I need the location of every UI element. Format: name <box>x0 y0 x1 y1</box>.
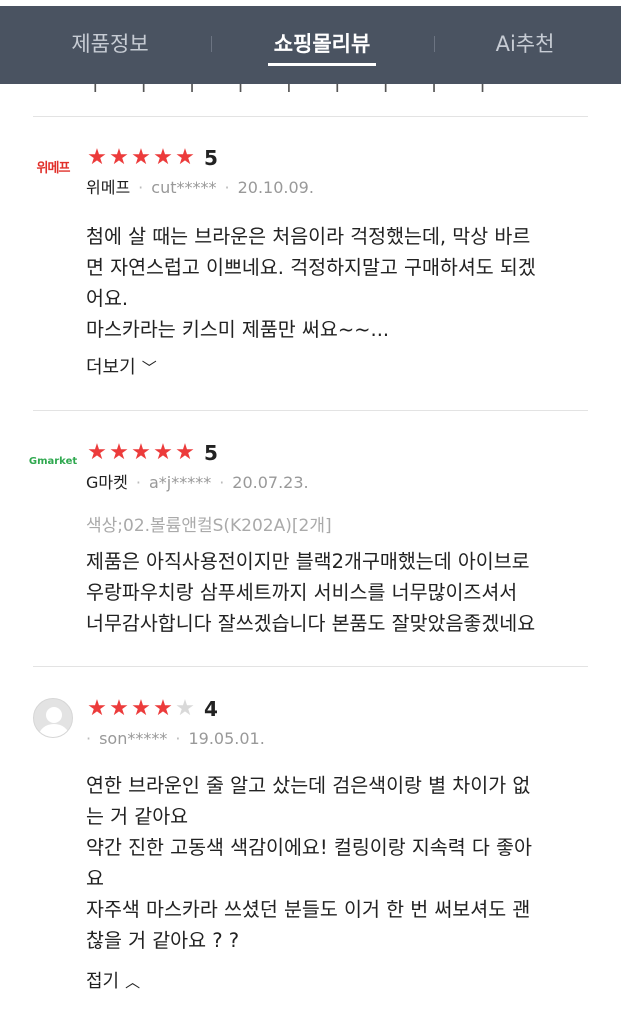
review-body: 첨에 살 때는 브라운은 처음이라 걱정했는데, 막상 바르 면 자연스럽고 이… <box>86 225 536 341</box>
gmarket-logo-text: Gmarket <box>28 455 78 467</box>
purchase-option: 색상;02.볼륨앤컬S(K202A)[2개] <box>86 516 332 536</box>
star-filled-icon: ★ <box>131 145 151 170</box>
star-filled-icon: ★ <box>87 440 107 465</box>
tab-divider <box>434 36 435 52</box>
reviewer-id: son***** <box>99 729 168 748</box>
star-filled-icon: ★ <box>109 440 129 465</box>
collapse-label: 접기 <box>86 971 120 992</box>
mall-name: 위메프 <box>86 178 131 197</box>
tab-ai-recommend[interactable]: Ai추천 <box>470 28 580 62</box>
star-filled-icon: ★ <box>175 145 195 170</box>
review-divider <box>33 666 588 667</box>
star-rating: ★ ★ ★ ★ ★ <box>86 697 196 721</box>
rating-score: 5 <box>204 441 218 465</box>
separator-dot: · <box>175 729 181 748</box>
mall-name: G마켓 <box>86 473 128 492</box>
top-tab-bar: 제품정보 쇼핑몰리뷰 Ai추천 <box>0 0 621 84</box>
separator-dot: · <box>224 178 230 197</box>
star-filled-icon: ★ <box>153 145 173 170</box>
review-divider <box>33 410 588 411</box>
star-rating: ★ ★ ★ ★ ★ <box>86 441 196 465</box>
star-filled-icon: ★ <box>87 696 107 721</box>
more-label: 더보기 <box>86 357 136 378</box>
star-filled-icon: ★ <box>153 440 173 465</box>
review-meta: 위메프 · cut***** · 20.10.09. <box>86 178 314 198</box>
chevron-down-icon: ﹀ <box>141 359 157 377</box>
mall-logo-wemakeprice: 위메프 <box>36 160 71 176</box>
review-body: 제품은 아직사용전이지만 블랙2개구매했는데 아이브로 우랑파우치랑 삼푸세트까… <box>86 550 536 635</box>
reviewer-id: cut***** <box>151 178 217 197</box>
rating-score: 4 <box>204 697 218 721</box>
review-date: 19.05.01. <box>188 729 265 748</box>
review-date: 20.07.23. <box>232 473 309 492</box>
star-empty-icon: ★ <box>175 696 195 721</box>
separator-dot: · <box>219 473 225 492</box>
collapse-button[interactable]: 접기 ︿ <box>86 970 140 994</box>
star-filled-icon: ★ <box>175 440 195 465</box>
star-filled-icon: ★ <box>109 696 129 721</box>
star-rating: ★ ★ ★ ★ ★ <box>86 146 196 170</box>
star-filled-icon: ★ <box>131 440 151 465</box>
review-meta: · son***** · 19.05.01. <box>86 729 265 749</box>
separator-dot: · <box>135 473 141 492</box>
tab-divider <box>211 36 212 52</box>
user-avatar-icon <box>33 698 73 738</box>
reviewer-id: a*j***** <box>148 473 212 492</box>
status-strip <box>0 0 621 6</box>
mall-logo-gmarket: Gmarket <box>29 441 77 481</box>
rating-score: 5 <box>204 146 218 170</box>
review-divider <box>33 116 588 117</box>
star-filled-icon: ★ <box>87 145 107 170</box>
tab-mall-reviews[interactable]: 쇼핑몰리뷰 <box>268 28 376 66</box>
scrolled-text-remnant: ㅣㅣㅣㅣㅣㅣㅣㅣㅣㅣㅣㅣ <box>86 84 566 92</box>
separator-dot: · <box>138 178 144 197</box>
star-filled-icon: ★ <box>109 145 129 170</box>
tab-product-info[interactable]: 제품정보 <box>40 28 180 62</box>
chevron-up-icon: ︿ <box>125 973 141 991</box>
more-button[interactable]: 더보기 ﹀ <box>86 356 157 380</box>
review-date: 20.10.09. <box>237 178 314 197</box>
review-body: 연한 브라운인 줄 알고 샀는데 검은색이랑 별 차이가 없 는 거 같아요 약… <box>86 774 532 952</box>
star-filled-icon: ★ <box>153 696 173 721</box>
star-filled-icon: ★ <box>131 696 151 721</box>
review-meta: G마켓 · a*j***** · 20.07.23. <box>86 473 309 493</box>
separator-dot: · <box>86 729 92 748</box>
